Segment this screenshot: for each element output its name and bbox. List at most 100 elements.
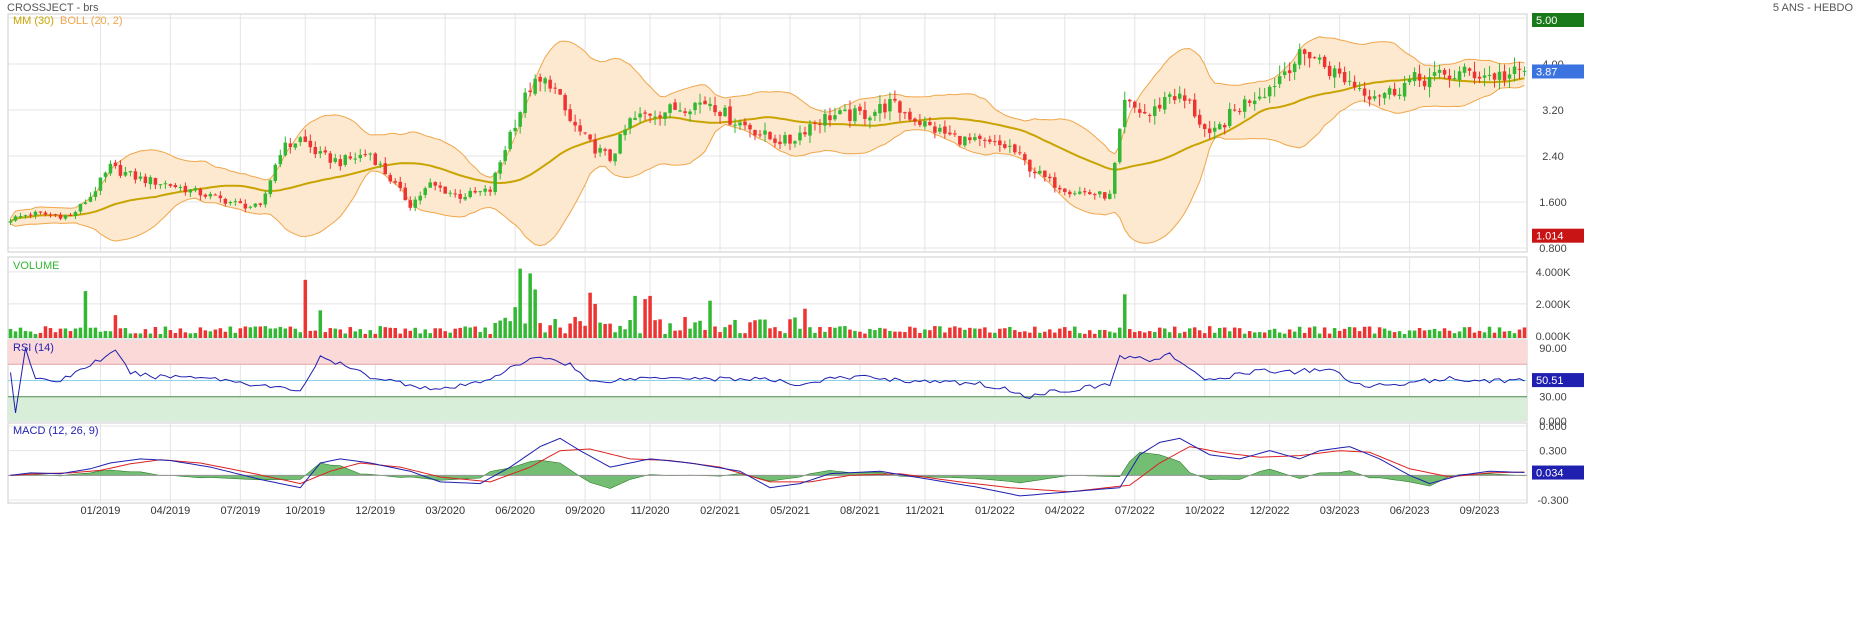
volume-bar	[1437, 331, 1442, 338]
candle-body	[1207, 128, 1212, 134]
volume-bar	[1427, 329, 1432, 338]
volume-bar	[1053, 332, 1057, 338]
candle-body	[38, 211, 43, 213]
candle-body	[1272, 86, 1277, 88]
x-tick-label: 12/2022	[1250, 505, 1290, 517]
volume-bar	[1467, 327, 1472, 338]
volume-bar	[53, 332, 58, 338]
candle-body	[1197, 114, 1202, 125]
volume-bar	[1103, 330, 1107, 338]
candle-body	[983, 139, 987, 141]
candle-body	[463, 197, 467, 200]
volume-bar	[588, 292, 592, 338]
volume-bar	[738, 333, 742, 338]
volume-bar	[613, 332, 617, 338]
candle-body	[913, 118, 917, 122]
candle-body	[593, 139, 597, 154]
volume-bar	[953, 326, 957, 338]
volume-bar	[1232, 327, 1237, 338]
candle-body	[258, 203, 263, 205]
volume-bar	[903, 332, 907, 338]
volume-bar	[193, 333, 198, 338]
volume-bar	[123, 328, 128, 338]
candle-body	[238, 201, 243, 204]
candle-body	[1242, 99, 1247, 112]
rsi-label: RSI (14)	[13, 342, 54, 354]
volume-bar	[1477, 330, 1482, 338]
volume-bar	[1172, 326, 1177, 338]
candle-body	[23, 215, 28, 217]
candle-body	[673, 102, 677, 110]
volume-bar	[1372, 333, 1377, 338]
candle-body	[583, 132, 587, 134]
volume-bar	[838, 326, 842, 338]
volume-bar	[408, 330, 412, 338]
volume-bar	[698, 320, 702, 338]
volume-bar	[648, 295, 652, 338]
volume-bar	[23, 330, 28, 338]
volume-bar	[1302, 332, 1307, 338]
volume-bar	[508, 321, 512, 338]
candle-body	[823, 114, 827, 126]
volume-bar	[883, 328, 887, 338]
volume-bar	[748, 322, 752, 338]
candle-body	[733, 124, 737, 126]
candle-body	[1297, 49, 1302, 65]
candle-body	[323, 150, 328, 153]
candle-body	[198, 188, 203, 196]
candle-body	[1252, 100, 1257, 105]
candle-body	[573, 121, 577, 126]
candle-body	[1028, 159, 1032, 172]
candle-body	[358, 154, 363, 159]
volume-bar	[1098, 329, 1102, 338]
volume-bars	[8, 268, 1527, 338]
candle-body	[1457, 71, 1462, 81]
volume-bar	[958, 327, 962, 338]
volume-bar	[218, 328, 223, 338]
volume-bar	[1257, 332, 1262, 338]
volume-bar	[1247, 331, 1252, 338]
volume-bar	[1118, 327, 1122, 338]
candle-body	[828, 115, 832, 121]
candle-body	[833, 115, 837, 120]
volume-bar	[833, 327, 837, 338]
volume-bar	[538, 323, 542, 338]
candle-body	[1522, 70, 1527, 72]
volume-bar	[328, 328, 333, 338]
candle-body	[58, 214, 63, 219]
volume-bar	[713, 326, 717, 338]
candle	[753, 129, 757, 141]
x-tick-label: 01/2019	[81, 505, 121, 517]
volume-bar	[113, 315, 118, 338]
volume-bar	[73, 328, 78, 338]
candle	[608, 148, 612, 163]
candle-body	[1177, 93, 1182, 99]
volume-bar	[1412, 330, 1417, 338]
candle-body	[1118, 128, 1122, 163]
candle	[493, 171, 497, 196]
volume-bar	[1013, 330, 1017, 338]
volume-bar	[678, 330, 682, 338]
volume-bar	[523, 323, 527, 338]
candle-body	[1507, 74, 1512, 79]
volume-bar	[428, 333, 432, 338]
candle-body	[178, 187, 183, 189]
volume-bar	[1442, 328, 1447, 338]
candle-body	[1397, 94, 1402, 96]
candle-body	[143, 176, 148, 184]
volume-bar	[923, 329, 927, 338]
candle-body	[1068, 191, 1072, 195]
volume-bar	[388, 327, 392, 338]
candle-body	[588, 134, 592, 140]
candle-body	[1422, 80, 1427, 87]
candle-body	[1157, 104, 1162, 109]
volume-bar	[1123, 294, 1127, 338]
volume-bar	[873, 330, 877, 338]
volume-bar	[1362, 326, 1367, 338]
volume-bar	[198, 327, 203, 338]
chart-window: CROSSJECT - brs 5 ANS - HEBDO 0.800 1.600…	[0, 0, 1863, 617]
x-tick-label: 03/2023	[1320, 505, 1360, 517]
volume-bar	[818, 326, 822, 338]
volume-bar	[203, 330, 208, 338]
candle-body	[443, 186, 447, 194]
